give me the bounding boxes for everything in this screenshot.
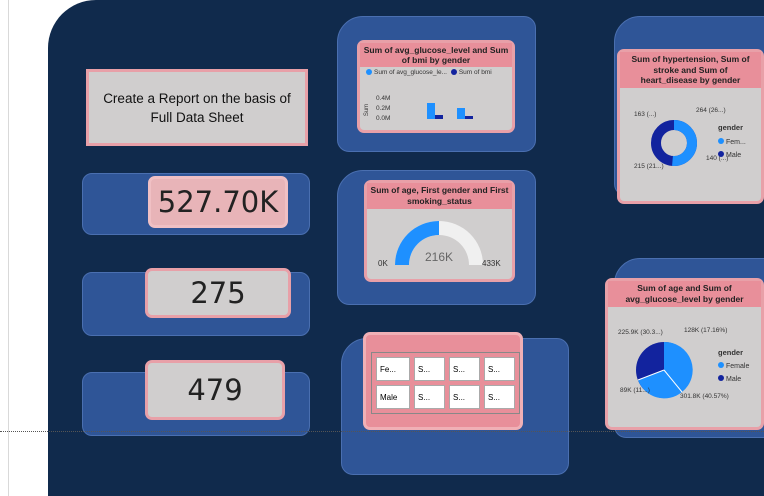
legend-bmi-label: Sum of bmi xyxy=(458,69,492,76)
legend-dot-glucose xyxy=(366,69,372,76)
matrix-row-1: Fe... S... S... S... xyxy=(376,357,515,381)
pie-card[interactable]: Sum of age and Sum of avg_glucose_level … xyxy=(605,278,764,430)
matrix-cell: S... xyxy=(449,357,480,381)
gauge-card[interactable]: Sum of age, First gender and First smoki… xyxy=(364,180,515,282)
pie-label-4: 301.8K (40.57%) xyxy=(680,393,729,400)
bar-female-bmi xyxy=(435,115,443,119)
matrix-cell: S... xyxy=(484,357,515,381)
bar-chart-ylabel: Sum xyxy=(364,104,370,116)
bar-chart-plot: Sum 0.4M 0.2M 0.0M xyxy=(364,95,473,122)
bar-chart-tick-1: 0.2M xyxy=(376,105,390,112)
matrix-cell: S... xyxy=(414,357,446,381)
gauge-max-label: 433K xyxy=(482,259,501,268)
bar-male-bmi xyxy=(465,116,473,119)
pie-legend-dot-male xyxy=(718,375,724,381)
pie-label-1: 225.9K (30.3...) xyxy=(618,329,663,336)
matrix-cell: S... xyxy=(484,385,515,409)
donut-label-4: 215 (21...) xyxy=(634,163,664,170)
legend-glucose-label: Sum of avg_glucose_le... xyxy=(374,69,447,76)
pie-chart: 225.9K (30.3...) 128K (17.16%) 89K (11..… xyxy=(618,327,749,400)
matrix-row-label: Male xyxy=(376,385,411,409)
report-title-text: Create a Report on the basis of Full Dat… xyxy=(103,90,291,125)
pie-title: Sum of age and Sum of avg_glucose_level … xyxy=(608,281,761,307)
gauge-value-label: 216K xyxy=(425,250,453,264)
matrix-cell: S... xyxy=(414,385,446,409)
kpi-value-1: 527.70K xyxy=(157,185,279,219)
gauge-title: Sum of age, First gender and First smoki… xyxy=(367,183,512,209)
bar-chart-card[interactable]: Sum of avg_glucose_level and Sum of bmi … xyxy=(357,40,515,133)
bar-chart-tick-2: 0.0M xyxy=(376,115,390,122)
donut-legend-dot-female xyxy=(718,138,724,144)
bar-chart-legend: Sum of avg_glucose_le... Sum of bmi xyxy=(366,69,512,76)
report-title-card[interactable]: Create a Report on the basis of Full Dat… xyxy=(86,69,308,146)
page-break-line xyxy=(0,431,764,432)
gauge-chart: 216K 0K 433K xyxy=(378,221,501,268)
pie-label-3: 89K (11...) xyxy=(620,387,650,394)
kpi-card-3[interactable]: 479 xyxy=(145,360,285,420)
donut-legend-dot-male xyxy=(718,151,724,157)
pie-legend-dot-female xyxy=(718,362,724,368)
matrix-row-2: Male S... S... S... xyxy=(376,385,515,409)
matrix-cell: S... xyxy=(449,385,480,409)
pie-legend-male: Male xyxy=(726,376,741,383)
donut-card[interactable]: Sum of hypertension, Sum of stroke and S… xyxy=(617,49,764,204)
kpi-card-1[interactable]: 527.70K xyxy=(148,176,288,228)
donut-label-2: 264 (26...) xyxy=(696,107,726,114)
kpi-value-3: 479 xyxy=(187,373,243,407)
matrix-row-label: Fe... xyxy=(376,357,411,381)
donut-chart: 163 (...) 264 (26...) 140 (...) 215 (21.… xyxy=(634,107,746,170)
kpi-card-2[interactable]: 275 xyxy=(145,268,291,318)
matrix-card[interactable]: Fe... S... S... S... Male S... S... S... xyxy=(363,332,523,430)
kpi-value-2: 275 xyxy=(190,276,246,310)
donut-legend-male: Male xyxy=(726,152,741,159)
donut-label-1: 163 (...) xyxy=(634,111,656,118)
bar-male-glucose xyxy=(457,108,465,119)
bar-chart-title: Sum of avg_glucose_level and Sum of bmi … xyxy=(360,43,512,67)
bar-female-glucose xyxy=(427,103,435,119)
matrix-table: Fe... S... S... S... Male S... S... S... xyxy=(371,352,520,414)
pie-label-2: 128K (17.16%) xyxy=(684,327,727,334)
donut-title: Sum of hypertension, Sum of stroke and S… xyxy=(620,52,761,88)
pie-legend-title: gender xyxy=(718,348,743,357)
donut-legend-female: Fem... xyxy=(726,139,746,146)
legend-dot-bmi xyxy=(450,69,457,76)
donut-legend-title: gender xyxy=(718,123,743,132)
gauge-min-label: 0K xyxy=(378,259,388,268)
bar-chart-tick-0: 0.4M xyxy=(376,95,390,102)
page-edge-line xyxy=(8,0,9,496)
pie-legend-female: Female xyxy=(726,363,749,370)
